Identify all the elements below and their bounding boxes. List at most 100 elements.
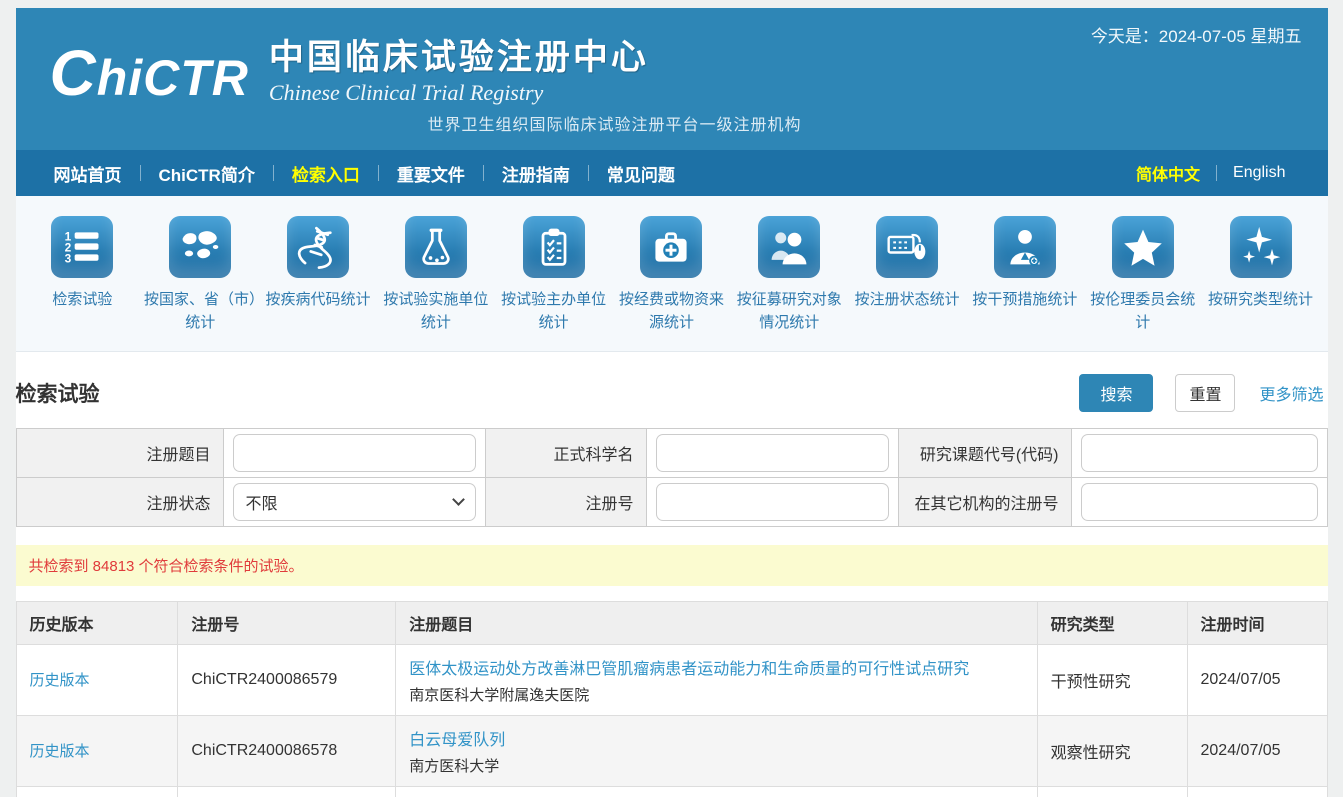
trial-title-cell: 阿得贝利单抗联合化疗和阿帕替尼围术期治疗肺肉瘤样癌的开放标签、单臂、多中... … <box>396 786 1037 797</box>
quicklink-by-ethics-committee[interactable]: 按伦理委员会统计 <box>1084 216 1202 335</box>
registration-number-input[interactable] <box>656 483 889 521</box>
tile <box>169 216 231 278</box>
nav-item-faq[interactable]: 常见问题 <box>589 161 693 186</box>
registration-status-label: 注册状态 <box>16 477 223 526</box>
results-header-row: 历史版本 注册号 注册题目 研究类型 注册时间 <box>16 601 1327 644</box>
table-row: 历史版本 ChiCTR2400086578 白云母爱队列 南方医科大学 观察性研… <box>16 715 1327 786</box>
quicklink-label: 按经费或物资来源统计 <box>613 288 729 335</box>
reset-button[interactable]: 重置 <box>1175 374 1235 412</box>
nav-item-home[interactable]: 网站首页 <box>36 161 140 186</box>
quicklinks-band: 1 2 3 检索试验 按国家、省（市）统计 <box>16 196 1328 352</box>
quicklink-by-funding-source[interactable]: 按经费或物资来源统计 <box>613 216 731 335</box>
institution-name: 南方医科大学 <box>409 755 1023 776</box>
lang-switch-english[interactable]: English <box>1217 164 1301 182</box>
nav-item-documents[interactable]: 重要文件 <box>379 161 483 186</box>
main-content: 检索试验 搜索 重置 更多筛选 注册题目 正式科学名 研究课题代号(代码) 注册… <box>16 352 1328 797</box>
registered-title-label: 注册题目 <box>16 428 223 477</box>
tile <box>523 216 585 278</box>
registration-number-label: 注册号 <box>485 477 646 526</box>
svg-text:3: 3 <box>65 252 72 266</box>
quicklink-search-trials[interactable]: 1 2 3 检索试验 <box>24 216 142 335</box>
tile <box>876 216 938 278</box>
trial-title-cell: 医体太极运动处方改善淋巴管肌瘤病患者运动能力和生命质量的可行性试点研究 南京医科… <box>396 644 1037 715</box>
site-header: 今天是：2024-07-05 星期五 ChiCTR 中国临床试验注册中心 Chi… <box>16 8 1328 150</box>
main-nav: 网站首页 ChiCTR简介 检索入口 重要文件 注册指南 常见问题 简体中文 E… <box>16 150 1328 196</box>
page-container: 今天是：2024-07-05 星期五 ChiCTR 中国临床试验注册中心 Chi… <box>16 8 1328 797</box>
registration-status-value: 不限 <box>246 490 454 514</box>
quicklink-by-sponsor-unit[interactable]: 按试验主办单位统计 <box>495 216 613 335</box>
more-filters-link[interactable]: 更多筛选 <box>1259 381 1323 405</box>
project-code-input[interactable] <box>1081 434 1318 472</box>
who-accreditation-line: 世界卫生组织国际临床试验注册平台一级注册机构 <box>428 111 802 135</box>
quicklink-by-recruitment-status[interactable]: 按征募研究对象情况统计 <box>730 216 848 335</box>
registration-status-select[interactable]: 不限 <box>233 483 476 521</box>
tile: 1 2 3 <box>51 216 113 278</box>
search-button[interactable]: 搜索 <box>1079 374 1153 412</box>
people-icon <box>767 225 811 269</box>
doctor-icon <box>1003 225 1047 269</box>
quicklink-label: 按国家、省（市）统计 <box>142 288 258 335</box>
registered-title-input[interactable] <box>233 434 476 472</box>
tile <box>758 216 820 278</box>
current-date: 今天是：2024-07-05 星期五 <box>1091 22 1302 47</box>
registration-date-cell: 2024/07/05 <box>1187 644 1327 715</box>
project-code-label: 研究课题代号(代码) <box>898 428 1071 477</box>
quicklink-label: 按试验实施单位统计 <box>378 288 494 335</box>
tile <box>287 216 349 278</box>
column-registered-title: 注册题目 <box>396 601 1037 644</box>
trial-title-link[interactable]: 医体太极运动处方改善淋巴管肌瘤病患者运动能力和生命质量的可行性试点研究 <box>409 661 969 678</box>
history-version-link[interactable]: 历史版本 <box>30 672 90 689</box>
column-study-type: 研究类型 <box>1037 601 1187 644</box>
logo-rest-letters: hiCTR <box>97 50 249 106</box>
history-version-link[interactable]: 历史版本 <box>30 743 90 760</box>
title-block: 中国临床试验注册中心 Chinese Clinical Trial Regist… <box>269 38 649 106</box>
nav-item-registration-guide[interactable]: 注册指南 <box>484 161 588 186</box>
quicklink-by-disease-code[interactable]: 按疾病代码统计 <box>259 216 377 335</box>
tile <box>405 216 467 278</box>
quicklink-by-intervention[interactable]: 按干预措施统计 <box>966 216 1084 335</box>
results-table: 历史版本 注册号 注册题目 研究类型 注册时间 历史版本 ChiCTR24000… <box>16 601 1328 797</box>
quicklink-label: 检索试验 <box>52 288 112 311</box>
quicklink-by-study-type[interactable]: 按研究类型统计 <box>1202 216 1320 335</box>
registration-date-cell: 2024/07/05 <box>1187 786 1327 797</box>
sparkles-icon <box>1239 225 1283 269</box>
quicklink-label: 按试验主办单位统计 <box>496 288 612 335</box>
registration-number-cell: ChiCTR2400086578 <box>178 715 396 786</box>
column-registration-date: 注册时间 <box>1187 601 1327 644</box>
quicklink-by-country-province[interactable]: 按国家、省（市）统计 <box>141 216 259 335</box>
quicklink-by-registration-status[interactable]: 按注册状态统计 <box>848 216 966 335</box>
tile <box>994 216 1056 278</box>
trial-title-cell: 白云母爱队列 南方医科大学 <box>396 715 1037 786</box>
tile <box>1112 216 1174 278</box>
nav-item-about[interactable]: ChiCTR简介 <box>141 161 273 186</box>
table-row: 历史版本 ChiCTR2400086579 医体太极运动处方改善淋巴管肌瘤病患者… <box>16 644 1327 715</box>
numbered-list-icon: 1 2 3 <box>60 225 104 269</box>
trial-title-link[interactable]: 白云母爱队列 <box>409 732 505 749</box>
scientific-name-label: 正式科学名 <box>485 428 646 477</box>
other-registry-number-input[interactable] <box>1081 483 1318 521</box>
chevron-down-icon <box>452 493 465 506</box>
search-form: 注册题目 正式科学名 研究课题代号(代码) 注册状态 不限 注册号 在其它机构的… <box>16 428 1328 527</box>
registration-number-cell: ChiCTR2400086579 <box>178 644 396 715</box>
chictr-logo: ChiCTR <box>50 38 249 108</box>
study-type-cell: 干预性研究 <box>1037 786 1187 797</box>
registration-number-cell: ChiCTR2400086577 <box>178 786 396 797</box>
star-icon <box>1121 225 1165 269</box>
nav-item-search-portal[interactable]: 检索入口 <box>274 161 378 186</box>
study-type-cell: 干预性研究 <box>1037 644 1187 715</box>
lang-switch-chinese[interactable]: 简体中文 <box>1120 161 1216 185</box>
dna-icon <box>296 225 340 269</box>
quicklink-label: 按疾病代码统计 <box>266 288 371 311</box>
quicklink-by-implementing-unit[interactable]: 按试验实施单位统计 <box>377 216 495 335</box>
tile <box>1230 216 1292 278</box>
institution-name: 南京医科大学附属逸夫医院 <box>409 684 1023 705</box>
column-registration-number: 注册号 <box>178 601 396 644</box>
column-history-version: 历史版本 <box>16 601 178 644</box>
site-title-cn: 中国临床试验注册中心 <box>269 38 649 78</box>
study-type-cell: 观察性研究 <box>1037 715 1187 786</box>
registration-date-cell: 2024/07/05 <box>1187 715 1327 786</box>
logo-cap-letter: C <box>50 37 97 109</box>
keyboard-mouse-icon <box>885 225 929 269</box>
quicklink-label: 按研究类型统计 <box>1208 288 1313 311</box>
scientific-name-input[interactable] <box>656 434 889 472</box>
